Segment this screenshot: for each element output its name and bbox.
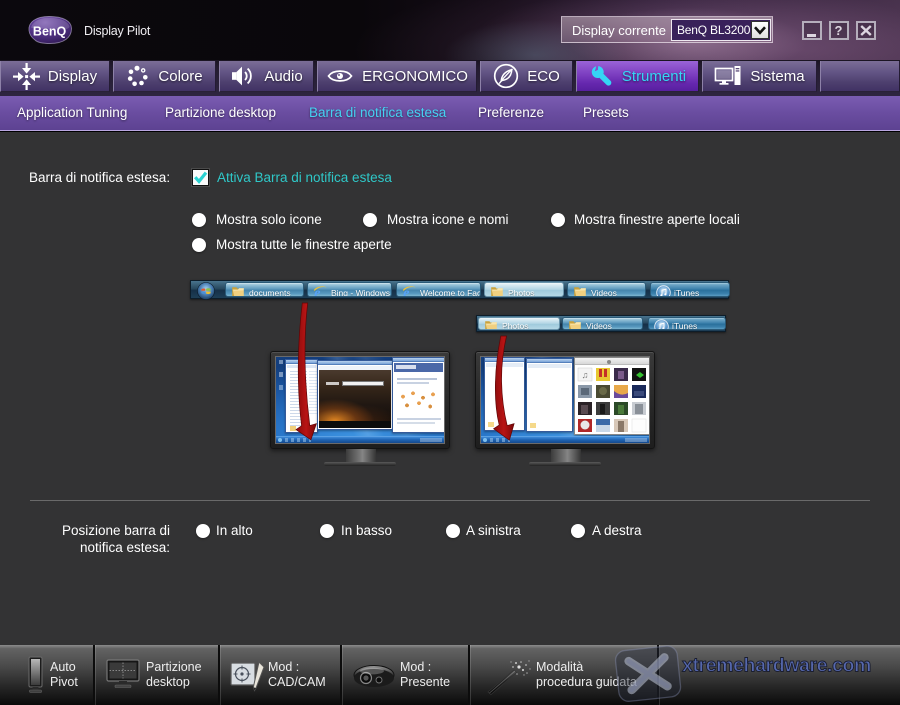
svg-text:xtremehardware.com: xtremehardware.com — [682, 655, 871, 677]
svg-text:♫: ♫ — [582, 370, 589, 380]
svg-text:BenQ: BenQ — [33, 25, 67, 39]
